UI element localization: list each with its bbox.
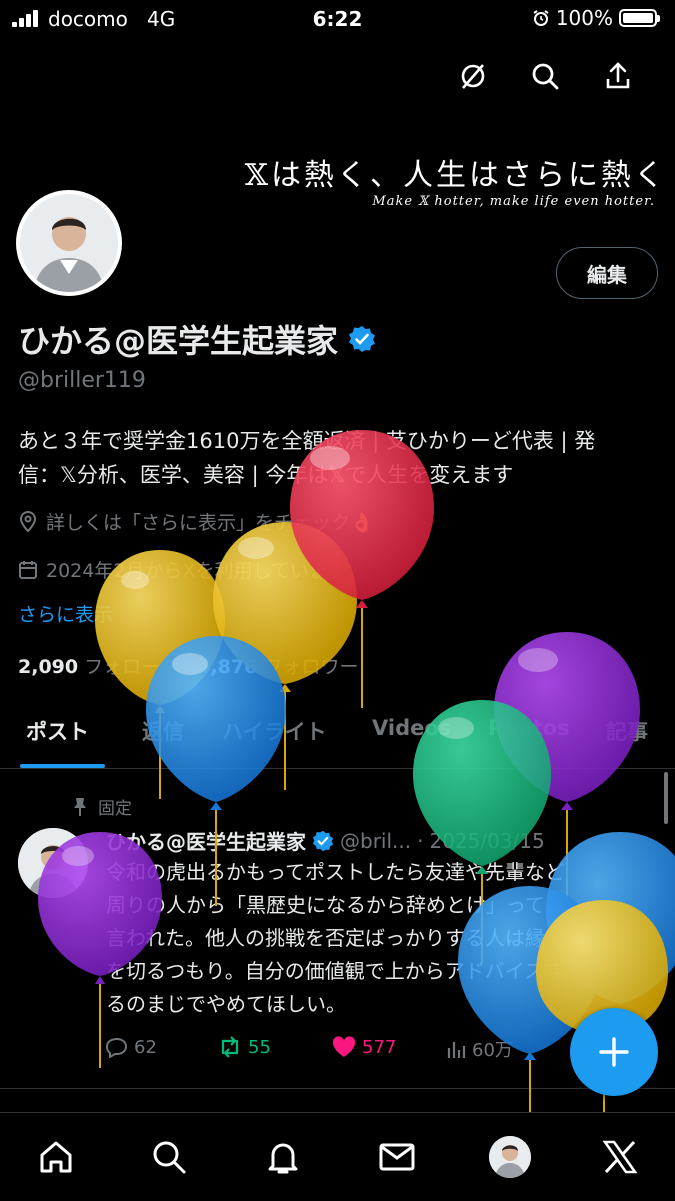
post-line: 言われた。他人の挑戦を否定ばっかりする人は縁: [106, 926, 545, 950]
post-author-name[interactable]: ひかる@医学生起業家: [106, 826, 306, 855]
profile-bio: あと３年で奨学金1610万を全額返済 | 𦫿ひかりーど代表 | 発 信：𝕏分析、…: [18, 424, 663, 492]
followers-label[interactable]: フォロワー: [263, 656, 358, 678]
scrollbar[interactable]: [664, 772, 668, 824]
tab-photos[interactable]: Photos: [488, 716, 570, 740]
tab-articles[interactable]: 記事: [606, 716, 648, 746]
banner-title: 𝕏は熱く、人生はさらに熱く: [244, 158, 667, 193]
post-separator: ·: [417, 828, 424, 853]
post-author-handle: @bril...: [340, 828, 412, 853]
battery-percent: 100%: [555, 6, 613, 30]
share-icon[interactable]: [596, 54, 640, 98]
post-actions: 62 55 577 60万: [106, 1036, 576, 1062]
bio-line: あと３年で奨学金1610万を全額返済 | 𦫿ひかりーど代表 | 発: [18, 429, 596, 453]
like-button[interactable]: 577: [332, 1036, 396, 1058]
following-count[interactable]: 2,090: [18, 656, 78, 678]
calendar-icon: [19, 560, 37, 579]
post-line: るのまじでやめてほしい。: [106, 992, 346, 1016]
post-text: 令和の虎出るかもってポストしたら友達や先輩など 周りの人から「黒歴史になるから辞…: [106, 856, 658, 1021]
divider: [0, 1088, 675, 1089]
post-date: 2025/03/15: [429, 828, 545, 853]
repost-icon: [221, 1036, 239, 1058]
pinned-label: 固定: [98, 799, 132, 819]
post-line: 周りの人から「黒歴史になるから辞めとけ」って: [106, 893, 545, 917]
profile-name: ひかる@医学生起業家: [18, 322, 339, 360]
profile-location: 詳しくは「さらに表示」をチェック👌: [46, 512, 374, 534]
mail-icon[interactable]: [371, 1131, 423, 1183]
compose-button[interactable]: [570, 1008, 658, 1096]
reply-button[interactable]: 62: [106, 1036, 157, 1058]
heart-icon: [332, 1036, 356, 1057]
battery-icon: [619, 9, 660, 27]
post-line: を切るつもり。自分の価値観で上からアドバイスす: [106, 959, 565, 983]
tab-posts[interactable]: ポスト: [26, 716, 89, 746]
post-line: 令和の虎出るかもってポストしたら友達や先輩など: [106, 860, 565, 884]
search-icon[interactable]: [523, 54, 567, 98]
followers-count[interactable]: 4,876: [197, 656, 257, 678]
repost-count: 55: [248, 1036, 271, 1058]
show-more-link[interactable]: さらに表示: [18, 600, 113, 627]
profile-avatar[interactable]: [484, 1131, 536, 1183]
verified-badge-icon: [312, 830, 334, 851]
plus-icon: [599, 1037, 629, 1067]
views-button[interactable]: 60万: [446, 1036, 513, 1062]
tab-replies[interactable]: 返信: [142, 716, 184, 746]
status-bar: docomo 4G 6:22 100%: [0, 0, 675, 38]
views-icon: [447, 1042, 466, 1058]
reply-icon: [106, 1037, 128, 1058]
like-count: 577: [362, 1036, 397, 1058]
tab-videos[interactable]: Videos: [372, 716, 451, 740]
profile-joined: 2024年2月からXを利用しています: [46, 560, 347, 582]
x-logo-icon[interactable]: [594, 1131, 646, 1183]
location-icon: [19, 510, 37, 532]
repost-button[interactable]: 55: [218, 1036, 271, 1058]
reply-count: 62: [134, 1036, 157, 1058]
bottom-nav: [0, 1112, 675, 1201]
tab-highlights[interactable]: ハイライト: [222, 716, 327, 746]
views-count: 60万: [472, 1040, 513, 1061]
grok-icon[interactable]: [451, 54, 495, 98]
search-icon[interactable]: [143, 1131, 195, 1183]
bell-icon[interactable]: [257, 1131, 309, 1183]
banner-subtitle: Make 𝕏 hotter, make life even hotter.: [372, 194, 655, 209]
profile-tabs: ポスト 返信 ハイライト Videos Photos 記事: [0, 700, 675, 769]
edit-profile-button[interactable]: 編集: [556, 247, 658, 299]
pin-icon: [74, 797, 86, 816]
alarm-icon: [533, 10, 549, 26]
profile-avatar[interactable]: [16, 190, 122, 296]
home-icon[interactable]: [30, 1131, 82, 1183]
profile-handle: @briller119: [18, 368, 146, 393]
post-avatar[interactable]: [18, 828, 88, 898]
bio-line: 信：𝕏分析、医学、美容 | 今年は𝕏で人生を変えます: [18, 463, 514, 487]
following-label[interactable]: フォロー中: [84, 656, 179, 678]
verified-badge-icon: [349, 326, 376, 352]
active-tab-indicator: [20, 764, 105, 768]
